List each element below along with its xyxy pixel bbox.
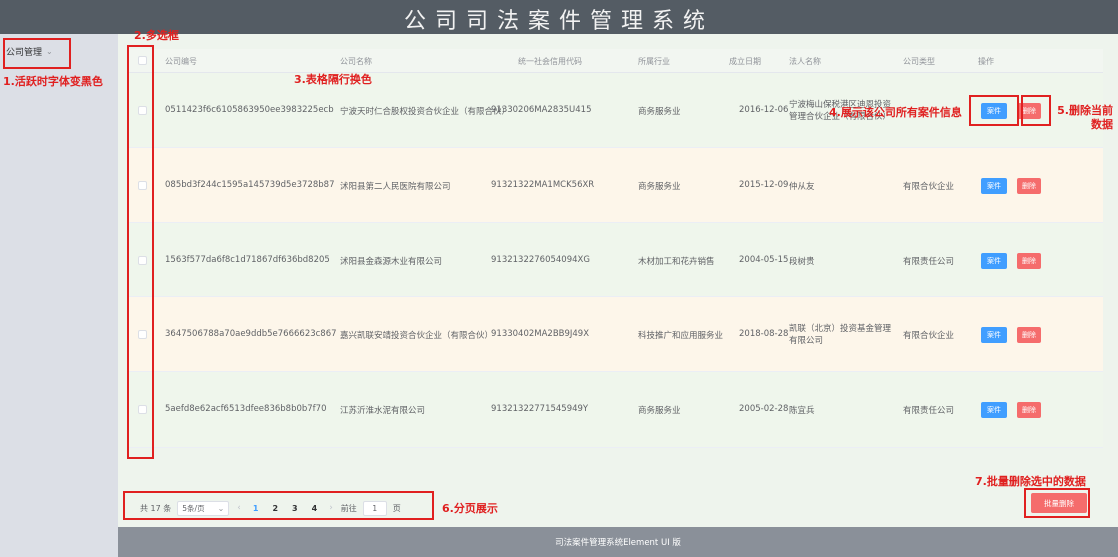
company-id-cell: 085bd3f244c1595a145739d5e3728b87 [165,180,335,190]
col-credit-code: 统一社会信用代码 [518,57,582,66]
delete-button[interactable]: 删除 [1017,402,1041,418]
date-cell: 2018-08-28 [739,329,789,339]
col-company-id: 公司编号 [165,57,197,66]
legal-person-cell: 仲从友 [789,182,815,192]
company-type-cell: 有限合伙企业 [903,182,955,192]
credit-code-cell: 91321322771545949Y [491,404,589,414]
company-id-cell: 0511423f6c6105863950ee3983225ecb [165,105,334,115]
company-type-cell: 有限合伙企业 [903,331,955,341]
annotation-3: 3.表格隔行换色 [294,73,372,86]
annotation-4: 4.展示该公司所有案件信息 [829,106,962,119]
case-button[interactable]: 案件 [981,253,1007,269]
credit-code-cell: 91321322MA1MCK56XR [491,180,595,190]
case-button[interactable]: 案件 [981,178,1007,194]
table-header: 公司编号 公司名称 统一社会信用代码 所属行业 成立日期 法人名称 公司类型 操… [127,49,1103,73]
legal-person-cell: 凯联（北京）投资基金管理有限公司 [789,324,892,346]
table-row: 3647506788a70ae9ddb5e7666623c867 嘉兴凯联安靖投… [127,297,1103,372]
annotation-7: 7.批量删除选中的数据 [975,475,1086,488]
delete-button[interactable]: 删除 [1017,327,1041,343]
app-footer: 司法案件管理系统Element UI 版 [118,527,1118,557]
col-industry: 所属行业 [638,57,670,66]
table-row: 1563f577da6f8c1d71867df636bd8205 沭阳县金森源木… [127,223,1103,297]
annotation-box-checkboxes [127,45,154,459]
date-cell: 2016-12-06 [739,105,789,115]
col-company-name: 公司名称 [340,57,372,66]
annotation-box-sidebar [3,38,71,69]
col-established-date: 成立日期 [729,57,761,66]
company-name-cell: 宁波天时仁合股权投资合伙企业（有限合伙） [340,107,511,117]
table-row: 5aefd8e62acf6513dfee836b8b0b7f70 江苏沂淮水泥有… [127,372,1103,448]
credit-code-cell: 91330402MA2BB9J49X [491,329,590,339]
col-legal-person: 法人名称 [789,57,821,66]
company-id-cell: 1563f577da6f8c1d71867df636bd8205 [165,255,330,265]
delete-button[interactable]: 删除 [1017,178,1041,194]
annotation-box-batch-delete [1024,488,1090,518]
main-content: 公司编号 公司名称 统一社会信用代码 所属行业 成立日期 法人名称 公司类型 操… [118,34,1118,527]
annotation-2: 2.多选框 [134,29,179,42]
company-id-cell: 5aefd8e62acf6513dfee836b8b0b7f70 [165,404,327,414]
credit-code-cell: 9132132276054094XG [491,255,590,265]
company-name-cell: 江苏沂淮水泥有限公司 [340,406,426,416]
col-company-type: 公司类型 [903,57,935,66]
industry-cell: 木材加工和花卉销售 [638,257,715,267]
date-cell: 2015-12-09 [739,180,789,190]
company-id-cell: 3647506788a70ae9ddb5e7666623c867 [165,329,337,339]
industry-cell: 商务服务业 [638,107,681,117]
industry-cell: 科技推广和应用服务业 [638,331,724,341]
date-cell: 2004-05-15 [739,255,789,265]
annotation-5: 5.删除当前数据 [1057,104,1113,131]
annotation-box-case-button [969,95,1019,126]
annotation-6: 6.分页展示 [442,502,498,515]
legal-person-cell: 陈宜兵 [789,406,815,416]
credit-code-cell: 91330206MA2835U415 [491,105,592,115]
company-type-cell: 有限责任公司 [903,257,955,267]
date-cell: 2005-02-28 [739,404,789,414]
annotation-1: 1.活跃时字体变黑色 [3,75,103,88]
annotation-box-pagination [123,491,434,520]
case-button[interactable]: 案件 [981,402,1007,418]
annotation-box-delete-button [1021,95,1051,126]
sidebar: 公司管理 ⌄ [0,34,118,557]
delete-button[interactable]: 删除 [1017,253,1041,269]
legal-person-cell: 段树贵 [789,257,815,267]
company-type-cell: 有限责任公司 [903,406,955,416]
footer-text: 司法案件管理系统Element UI 版 [555,538,681,548]
company-name-cell: 沭阳县金森源木业有限公司 [340,257,443,267]
col-actions: 操作 [978,57,994,66]
industry-cell: 商务服务业 [638,182,681,192]
industry-cell: 商务服务业 [638,406,681,416]
company-name-cell: 嘉兴凯联安靖投资合伙企业（有限合伙） [340,331,494,341]
case-button[interactable]: 案件 [981,327,1007,343]
table-row: 085bd3f244c1595a145739d5e3728b87 沭阳县第二人民… [127,148,1103,223]
company-name-cell: 沭阳县第二人民医院有限公司 [340,182,451,192]
